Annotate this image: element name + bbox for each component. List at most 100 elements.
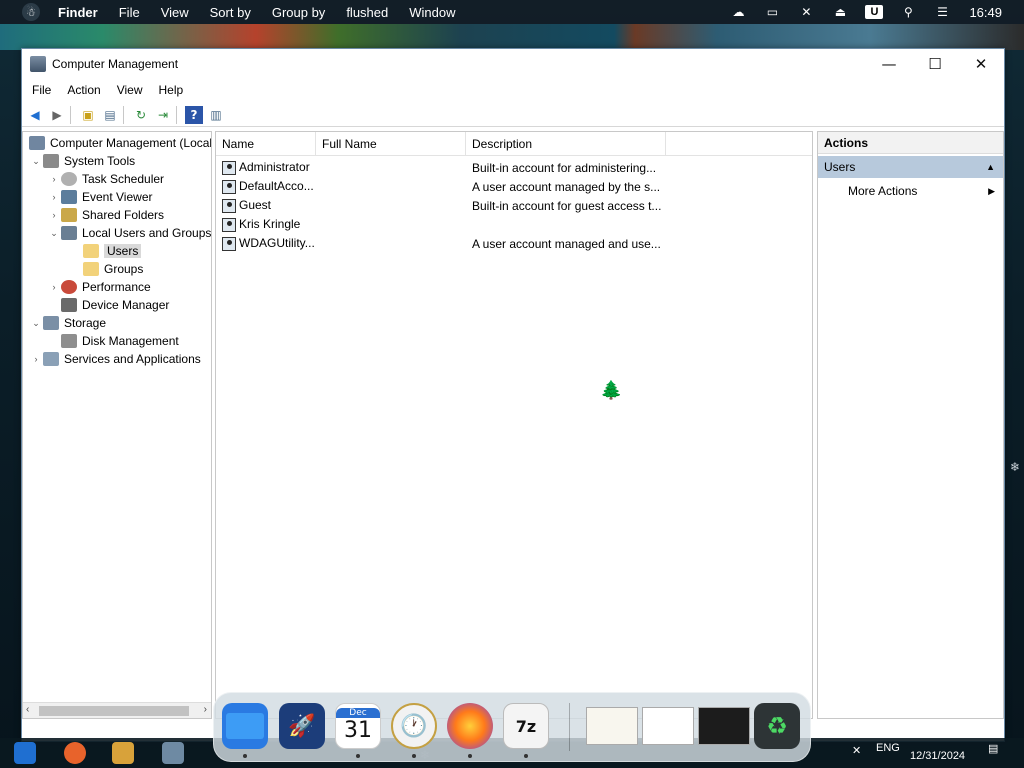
tree-item-disk-management[interactable]: Disk Management — [47, 332, 179, 350]
minimized-window-thumbnail[interactable] — [586, 707, 638, 745]
table-row[interactable]: Kris Kringle — [216, 215, 812, 234]
tree-horizontal-scrollbar[interactable]: ‹ › — [23, 702, 211, 718]
tree-item-device-manager[interactable]: Device Manager — [47, 296, 169, 314]
file-explorer-taskbar-icon[interactable] — [112, 742, 134, 764]
control-center-icon[interactable]: ☰ — [933, 5, 951, 19]
menu-action[interactable]: Action — [67, 83, 100, 97]
chevron-down-icon[interactable]: ⌄ — [47, 228, 61, 239]
tree-item-storage[interactable]: ⌄ Storage — [29, 314, 106, 332]
tree-item-label: Storage — [64, 316, 107, 330]
maximize-button[interactable]: ☐ — [912, 49, 958, 79]
export-list-icon[interactable]: ⇥ — [154, 106, 172, 124]
dock: 🚀 Dec 31 🕐 7z ♻ — [213, 692, 811, 762]
tree-item-performance[interactable]: › Performance — [47, 278, 151, 296]
scrollbar-thumb[interactable] — [39, 706, 189, 716]
forward-arrow-icon[interactable]: ▶ — [48, 106, 66, 124]
actions-section-users[interactable]: Users ▲ — [818, 156, 1003, 178]
tree-item-services-applications[interactable]: › Services and Applications — [29, 350, 201, 368]
tree-item-groups[interactable]: Groups — [69, 260, 143, 278]
more-actions-item[interactable]: More Actions ▶ — [818, 180, 1003, 202]
column-header-description[interactable]: Description — [466, 132, 666, 156]
cell-name: DefaultAcco... — [222, 179, 316, 194]
firefox-taskbar-icon[interactable] — [64, 742, 86, 764]
menubar-group-by[interactable]: Group by — [272, 5, 325, 20]
menu-help[interactable]: Help — [159, 83, 184, 97]
tree-item-task-scheduler[interactable]: › Task Scheduler — [47, 170, 164, 188]
firefox-dock-icon[interactable] — [447, 703, 493, 749]
table-row[interactable]: DefaultAcco... A user account managed by… — [216, 177, 812, 196]
menubar-app-name[interactable]: Finder — [58, 5, 98, 20]
menubar-clock[interactable]: 16:49 — [969, 5, 1002, 20]
back-arrow-icon[interactable]: ◀ — [26, 106, 44, 124]
cell-description: Built-in account for guest access t... — [472, 198, 662, 213]
device-manager-icon — [61, 298, 77, 312]
collapse-up-icon[interactable]: ▲ — [986, 162, 995, 172]
chevron-right-icon[interactable]: › — [47, 282, 61, 292]
mute-icon[interactable]: ✕ — [797, 5, 815, 19]
menubar-file[interactable]: File — [119, 5, 140, 20]
tree-item-event-viewer[interactable]: › Event Viewer — [47, 188, 152, 206]
user-name: Kris Kringle — [239, 217, 301, 232]
clock-dock-icon[interactable]: 🕐 — [391, 703, 437, 749]
chevron-right-icon[interactable]: › — [47, 174, 61, 184]
scroll-left-icon[interactable]: ‹ — [26, 704, 29, 715]
cloud-drive-icon[interactable]: ☁ — [729, 5, 747, 19]
column-header-full-name[interactable]: Full Name — [316, 132, 466, 156]
monitor-shape — [226, 713, 264, 739]
chevron-right-icon[interactable]: › — [47, 210, 61, 220]
show-hide-action-pane-icon[interactable]: ▥ — [207, 106, 225, 124]
tree-item-local-users-groups[interactable]: ⌄ Local Users and Groups — [47, 224, 211, 242]
tree-item-computer-management[interactable]: Computer Management (Local — [25, 134, 211, 152]
menu-file[interactable]: File — [32, 83, 51, 97]
finder-dock-icon[interactable] — [222, 703, 268, 749]
refresh-icon[interactable]: ↻ — [132, 106, 150, 124]
menubar-sort-by[interactable]: Sort by — [210, 5, 251, 20]
chevron-down-icon[interactable]: ⌄ — [29, 318, 43, 329]
start-button-icon[interactable] — [14, 742, 36, 764]
scroll-right-icon[interactable]: › — [204, 704, 207, 715]
eject-icon[interactable]: ⏏ — [831, 5, 849, 19]
cell-description: A user account managed and use... — [472, 236, 661, 251]
tree-item-shared-folders[interactable]: › Shared Folders — [47, 206, 164, 224]
display-icon[interactable]: ▭ — [763, 5, 781, 19]
close-button[interactable]: ✕ — [958, 49, 1004, 79]
menu-view[interactable]: View — [117, 83, 143, 97]
menubar-window[interactable]: Window — [409, 5, 455, 20]
user-badge[interactable]: U — [865, 5, 884, 19]
launchpad-rocket-icon[interactable]: 🚀 — [279, 703, 325, 749]
computer-management-taskbar-icon[interactable] — [162, 742, 184, 764]
up-folder-icon[interactable]: ▣ — [79, 106, 97, 124]
help-icon[interactable]: ? — [185, 105, 203, 124]
dock-separator — [569, 703, 570, 751]
language-indicator[interactable]: ENG — [876, 742, 900, 754]
cell-name: WDAGUtility... — [222, 236, 316, 251]
chevron-down-icon[interactable]: ⌄ — [29, 156, 43, 167]
minimized-window-thumbnail[interactable] — [698, 707, 750, 745]
table-row[interactable]: Administrator Built-in account for admin… — [216, 158, 812, 177]
window-titlebar[interactable]: Computer Management — ☐ ✕ — [22, 49, 1004, 79]
cell-name: Administrator — [222, 160, 316, 175]
chevron-right-icon[interactable]: › — [29, 354, 43, 364]
table-row[interactable]: WDAGUtility... A user account managed an… — [216, 234, 812, 253]
show-hide-console-tree-icon[interactable]: ▤ — [101, 106, 119, 124]
tree-item-users[interactable]: Users — [69, 242, 142, 260]
calendar-dock-icon[interactable]: Dec 31 — [335, 703, 381, 749]
recycle-bin-dock-icon[interactable]: ♻ — [754, 703, 800, 749]
system-logo-icon[interactable]: ☃ — [22, 3, 40, 21]
taskbar-date[interactable]: 12/31/2024 — [910, 750, 965, 762]
minimized-window-thumbnail[interactable] — [642, 707, 694, 745]
notifications-icon[interactable]: ▤ — [988, 742, 998, 755]
column-header-name[interactable]: Name — [216, 132, 316, 156]
7zip-dock-icon[interactable]: 7z — [503, 703, 549, 749]
toolbar-separator — [176, 105, 177, 124]
minimize-button[interactable]: — — [866, 49, 912, 79]
table-row[interactable]: Guest Built-in account for guest access … — [216, 196, 812, 215]
tree-item-system-tools[interactable]: ⌄ System Tools — [29, 152, 135, 170]
menubar-flushed[interactable]: flushed — [346, 5, 388, 20]
chevron-right-icon[interactable]: › — [47, 192, 61, 202]
network-status-icon[interactable]: ✕ — [852, 744, 861, 757]
menubar-view[interactable]: View — [161, 5, 189, 20]
search-icon[interactable]: ⚲ — [899, 5, 917, 19]
window-toolbar: ◀ ▶ ▣ ▤ ↻ ⇥ ? ▥ — [22, 103, 1004, 127]
desktop-wallpaper-strip — [0, 24, 1024, 50]
